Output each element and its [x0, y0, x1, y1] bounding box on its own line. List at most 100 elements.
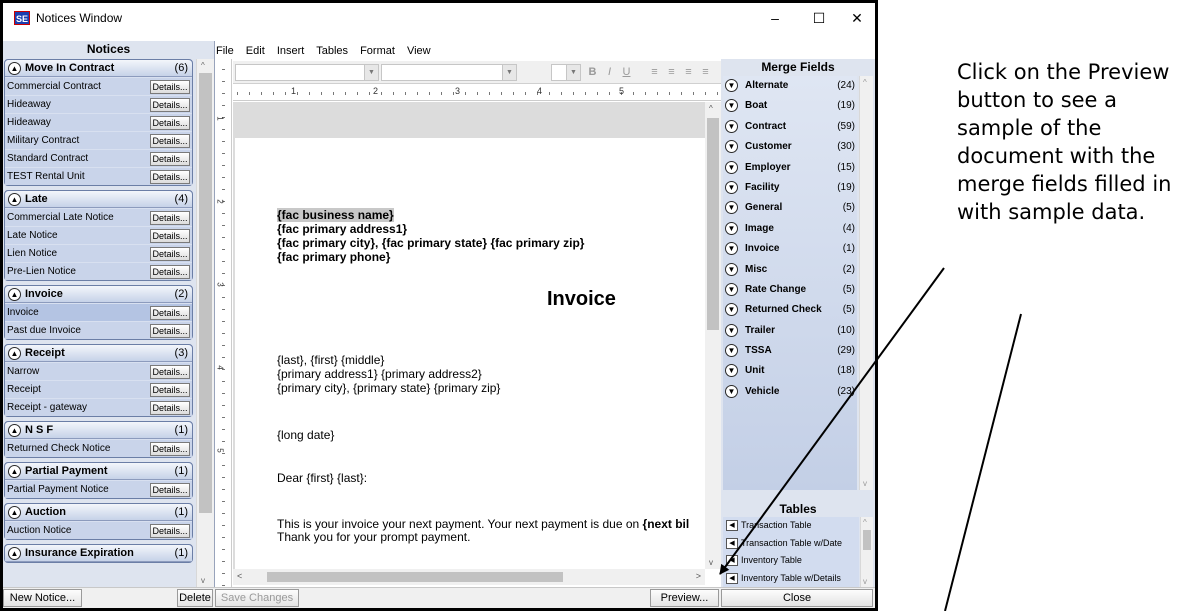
chevron-down-icon[interactable]: ▼ — [725, 140, 738, 154]
size-combo[interactable]: ▼ — [551, 64, 581, 81]
style-combo[interactable]: ▼ — [235, 64, 379, 81]
details-button[interactable]: Details... — [150, 365, 190, 379]
chevron-down-icon[interactable]: ▼ — [725, 221, 738, 235]
details-button[interactable]: Details... — [150, 306, 190, 320]
merge-field-category[interactable]: ▼ Invoice (1) — [723, 239, 857, 259]
menu-file[interactable]: File — [216, 45, 234, 57]
details-button[interactable]: Details... — [150, 80, 190, 94]
minimize-button[interactable]: – — [759, 8, 791, 28]
table-item[interactable]: ◀ Transaction Table w/Date — [723, 535, 859, 553]
chevron-down-icon[interactable]: ▼ — [725, 344, 738, 358]
merge-field-category[interactable]: ▼ Employer (15) — [723, 158, 857, 178]
chevron-up-icon[interactable]: ▲ — [8, 465, 21, 478]
chevron-up-icon[interactable]: ▲ — [8, 506, 21, 519]
chevron-down-icon[interactable]: ▼ — [725, 79, 738, 92]
chevron-down-icon[interactable]: ▼ — [725, 323, 738, 337]
details-button[interactable]: Details... — [150, 116, 190, 130]
merge-field-category[interactable]: ▼ Image (4) — [723, 219, 857, 239]
details-button[interactable]: Details... — [150, 324, 190, 338]
close-button[interactable]: Close — [721, 589, 873, 607]
details-button[interactable]: Details... — [150, 265, 190, 279]
align-center-icon[interactable]: ≡ — [664, 64, 679, 81]
menu-insert[interactable]: Insert — [277, 45, 305, 57]
details-button[interactable]: Details... — [150, 98, 190, 112]
table-item[interactable]: ◀ Inventory Table w/Details — [723, 570, 859, 588]
chevron-down-icon[interactable]: ▼ — [725, 119, 738, 133]
notice-item[interactable]: Commercial Late Notice Details... — [5, 208, 192, 226]
notice-item[interactable]: Receipt - gateway Details... — [5, 398, 192, 416]
notice-item[interactable]: Receipt Details... — [5, 380, 192, 398]
chevron-up-icon[interactable]: ▲ — [8, 62, 21, 75]
menu-view[interactable]: View — [407, 45, 431, 57]
bold-button[interactable]: B — [585, 64, 600, 81]
notice-item[interactable]: Hideaway Details... — [5, 95, 192, 113]
chevron-up-icon[interactable]: ▲ — [8, 347, 21, 360]
notice-item[interactable]: Military Contract Details... — [5, 131, 192, 149]
notice-group-header[interactable]: ▲ N S F (1) — [5, 422, 192, 439]
notice-item[interactable]: Narrow Details... — [5, 362, 192, 380]
table-item[interactable]: ◀ Inventory Table — [723, 552, 859, 570]
merge-field-category[interactable]: ▼ General (5) — [723, 198, 857, 218]
document-vertical-scrollbar[interactable]: ^ v — [705, 102, 721, 569]
details-button[interactable]: Details... — [150, 524, 190, 538]
merge-field-category[interactable]: ▼ Boat (19) — [723, 96, 857, 116]
chevron-down-icon[interactable]: ▼ — [725, 99, 738, 113]
details-button[interactable]: Details... — [150, 442, 190, 456]
delete-button[interactable]: Delete — [177, 589, 213, 607]
font-combo[interactable]: ▼ — [381, 64, 517, 81]
notice-group-header[interactable]: ▲ Invoice (2) — [5, 286, 192, 303]
insert-arrow-icon[interactable]: ◀ — [726, 572, 738, 584]
justify-icon[interactable]: ≡ — [698, 64, 713, 81]
notice-group-header[interactable]: ▲ Late (4) — [5, 191, 192, 208]
menu-tables[interactable]: Tables — [316, 45, 348, 57]
merge-field-category[interactable]: ▼ Contract (59) — [723, 117, 857, 137]
document-vscroll-thumb[interactable] — [707, 118, 719, 330]
preview-button[interactable]: Preview... — [650, 589, 719, 607]
chevron-up-icon[interactable]: ▲ — [8, 193, 21, 206]
chevron-down-icon[interactable]: ▼ — [725, 262, 738, 276]
details-button[interactable]: Details... — [150, 134, 190, 148]
document-page[interactable]: {fac business name} {fac primary address… — [235, 138, 705, 569]
details-button[interactable]: Details... — [150, 383, 190, 397]
merge-field-category[interactable]: ▼ Customer (30) — [723, 137, 857, 157]
insert-arrow-icon[interactable]: ◀ — [726, 555, 738, 566]
merge-field-category[interactable]: ▼ Facility (19) — [723, 178, 857, 198]
chevron-down-icon[interactable]: ▼ — [725, 160, 738, 174]
notice-group-header[interactable]: ▲ Move In Contract (6) — [5, 60, 192, 77]
table-item[interactable]: ◀ Transaction Table — [723, 517, 859, 535]
notice-item[interactable]: Late Notice Details... — [5, 226, 192, 244]
notice-item[interactable]: Hideaway Details... — [5, 113, 192, 131]
tables-scroll-thumb[interactable] — [863, 530, 871, 550]
italic-button[interactable]: I — [602, 64, 617, 81]
notices-scroll-thumb[interactable] — [199, 73, 212, 513]
merge-field-category[interactable]: ▼ TSSA (29) — [723, 341, 857, 361]
chevron-up-icon[interactable]: ▲ — [8, 547, 21, 560]
tables-scrollbar[interactable]: ^ v — [860, 517, 873, 587]
chevron-down-icon[interactable]: ▼ — [725, 384, 738, 398]
merge-field-category[interactable]: ▼ Misc (2) — [723, 260, 857, 280]
document-area[interactable]: {fac business name} {fac primary address… — [233, 102, 705, 569]
details-button[interactable]: Details... — [150, 152, 190, 166]
details-button[interactable]: Details... — [150, 211, 190, 225]
align-right-icon[interactable]: ≡ — [681, 64, 696, 81]
notice-item[interactable]: Partial Payment Notice Details... — [5, 480, 192, 498]
align-left-icon[interactable]: ≡ — [647, 64, 662, 81]
merge-field-category[interactable]: ▼ Alternate (24) — [723, 76, 857, 96]
notice-item[interactable]: Pre-Lien Notice Details... — [5, 262, 192, 280]
chevron-down-icon[interactable]: ▼ — [725, 180, 738, 194]
chevron-down-icon[interactable]: ▼ — [725, 282, 738, 296]
close-window-button[interactable]: ✕ — [841, 8, 873, 28]
insert-arrow-icon[interactable]: ◀ — [726, 520, 738, 531]
chevron-down-icon[interactable]: ▼ — [725, 364, 738, 378]
new-notice-button[interactable]: New Notice... — [3, 589, 82, 607]
notice-item[interactable]: TEST Rental Unit Details... — [5, 167, 192, 185]
merge-field-category[interactable]: ▼ Returned Check (5) — [723, 300, 857, 320]
notice-item[interactable]: Past due Invoice Details... — [5, 321, 192, 339]
notice-group-header[interactable]: ▲ Receipt (3) — [5, 345, 192, 362]
save-changes-button[interactable]: Save Changes — [215, 589, 299, 607]
notice-item[interactable]: Commercial Contract Details... — [5, 77, 192, 95]
insert-arrow-icon[interactable]: ◀ — [726, 537, 738, 549]
merge-field-category[interactable]: ▼ Rate Change (5) — [723, 280, 857, 300]
chevron-up-icon[interactable]: ▲ — [8, 288, 21, 301]
details-button[interactable]: Details... — [150, 247, 190, 261]
